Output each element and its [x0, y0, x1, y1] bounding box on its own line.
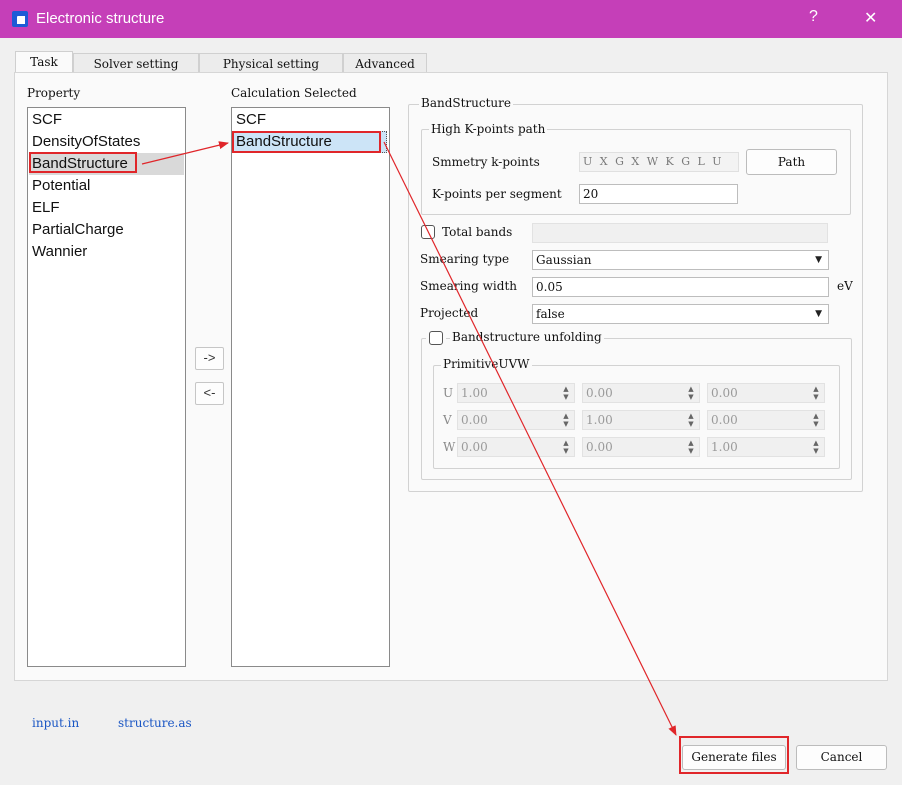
add-to-selected-button[interactable]: -> — [195, 347, 224, 370]
path-button[interactable]: Path — [746, 149, 837, 175]
property-list[interactable]: SCF DensityOfStates BandStructure Potent… — [27, 107, 186, 667]
primitive-uvw-label: PrimitiveUVW — [441, 357, 532, 371]
uvw-row-w-label: W — [443, 440, 456, 454]
property-item-elf[interactable]: ELF — [32, 197, 60, 219]
symmetry-kpoints-label: Smmetry k-points — [432, 155, 540, 169]
title-bar: Electronic structure ? ✕ — [0, 0, 902, 38]
spin-arrows-icon: ▲ ▼ — [563, 412, 569, 428]
uvw-v-1[interactable]: 0.00 ▲ ▼ — [457, 410, 575, 430]
remove-from-selected-button[interactable]: <- — [195, 382, 224, 405]
uvw-v-1-value: 0.00 — [461, 413, 488, 427]
uvw-v-2[interactable]: 1.00 ▲ ▼ — [582, 410, 700, 430]
calculation-selected-list[interactable]: SCF BandStructure — [231, 107, 390, 667]
spin-arrows-icon: ▲ ▼ — [813, 385, 819, 401]
uvw-w-2-value: 0.00 — [586, 440, 613, 454]
kpath-group-label: High K-points path — [429, 122, 548, 136]
smearing-width-input[interactable]: 0.05 — [532, 277, 829, 297]
spin-arrows-icon: ▲ ▼ — [688, 439, 694, 455]
uvw-w-2[interactable]: 0.00 ▲ ▼ — [582, 437, 700, 457]
annotation-box-calculation — [232, 131, 381, 153]
uvw-v-3-value: 0.00 — [711, 413, 738, 427]
smearing-type-label: Smearing type — [420, 252, 510, 266]
kpoints-per-segment-input[interactable]: 20 — [579, 184, 738, 204]
tab-physical-setting[interactable]: Physical setting — [199, 53, 343, 74]
spin-arrows-icon: ▲ ▼ — [813, 439, 819, 455]
uvw-w-1[interactable]: 0.00 ▲ ▼ — [457, 437, 575, 457]
projected-label: Projected — [420, 306, 479, 320]
uvw-u-2[interactable]: 0.00 ▲ ▼ — [582, 383, 700, 403]
chevron-down-icon: ▼ — [815, 255, 822, 265]
app-icon — [12, 11, 28, 27]
calculation-selected-label: Calculation Selected — [231, 86, 357, 100]
calculation-item-scf[interactable]: SCF — [236, 109, 266, 131]
symmetry-kpoints-field[interactable]: U X G X W K G L U W L — [579, 152, 739, 172]
property-label: Property — [27, 86, 81, 100]
uvw-v-2-value: 1.00 — [586, 413, 613, 427]
property-item-dos[interactable]: DensityOfStates — [32, 131, 140, 153]
close-button[interactable]: ✕ — [864, 8, 877, 28]
smearing-width-unit: eV — [837, 279, 853, 293]
property-item-potential[interactable]: Potential — [32, 175, 90, 197]
smearing-type-select[interactable]: Gaussian ▼ — [532, 250, 829, 270]
uvw-u-1[interactable]: 1.00 ▲ ▼ — [457, 383, 575, 403]
uvw-u-2-value: 0.00 — [586, 386, 613, 400]
unfolding-label: Bandstructure unfolding — [450, 330, 604, 344]
smearing-width-label: Smearing width — [420, 279, 517, 293]
spin-arrows-icon: ▲ ▼ — [688, 385, 694, 401]
task-panel: Property SCF DensityOfStates BandStructu… — [14, 72, 888, 681]
projected-value: false — [536, 307, 565, 321]
structure-file-link[interactable]: structure.as — [118, 716, 192, 730]
property-item-wannier[interactable]: Wannier — [32, 241, 87, 263]
property-item-scf[interactable]: SCF — [32, 109, 62, 131]
spin-arrows-icon: ▲ ▼ — [563, 439, 569, 455]
total-bands-input[interactable] — [532, 223, 828, 243]
annotation-box-property — [29, 152, 137, 173]
cancel-button[interactable]: Cancel — [796, 745, 887, 770]
unfolding-checkbox[interactable] — [429, 331, 443, 345]
total-bands-label: Total bands — [442, 225, 513, 239]
uvw-w-3[interactable]: 1.00 ▲ ▼ — [707, 437, 825, 457]
uvw-u-1-value: 1.00 — [461, 386, 488, 400]
tab-solver-setting[interactable]: Solver setting — [73, 53, 199, 74]
spin-arrows-icon: ▲ ▼ — [813, 412, 819, 428]
tab-task[interactable]: Task — [15, 51, 73, 74]
bandstructure-group-label: BandStructure — [419, 96, 513, 110]
chevron-down-icon: ▼ — [815, 309, 822, 319]
spin-arrows-icon: ▲ ▼ — [688, 412, 694, 428]
uvw-u-3-value: 0.00 — [711, 386, 738, 400]
uvw-row-v-label: V — [443, 413, 452, 427]
smearing-type-value: Gaussian — [536, 253, 592, 267]
projected-select[interactable]: false ▼ — [532, 304, 829, 324]
annotation-box-generate — [679, 736, 789, 774]
spin-arrows-icon: ▲ ▼ — [563, 385, 569, 401]
uvw-w-3-value: 1.00 — [711, 440, 738, 454]
total-bands-checkbox[interactable] — [421, 225, 435, 239]
tab-advanced[interactable]: Advanced — [343, 53, 427, 74]
input-file-link[interactable]: input.in — [32, 716, 79, 730]
uvw-w-1-value: 0.00 — [461, 440, 488, 454]
uvw-row-u-label: U — [443, 386, 454, 400]
uvw-u-3[interactable]: 0.00 ▲ ▼ — [707, 383, 825, 403]
help-button[interactable]: ? — [809, 8, 818, 26]
property-item-partialcharge[interactable]: PartialCharge — [32, 219, 124, 241]
uvw-v-3[interactable]: 0.00 ▲ ▼ — [707, 410, 825, 430]
window-title: Electronic structure — [36, 10, 165, 27]
kpoints-per-segment-label: K-points per segment — [432, 187, 562, 201]
